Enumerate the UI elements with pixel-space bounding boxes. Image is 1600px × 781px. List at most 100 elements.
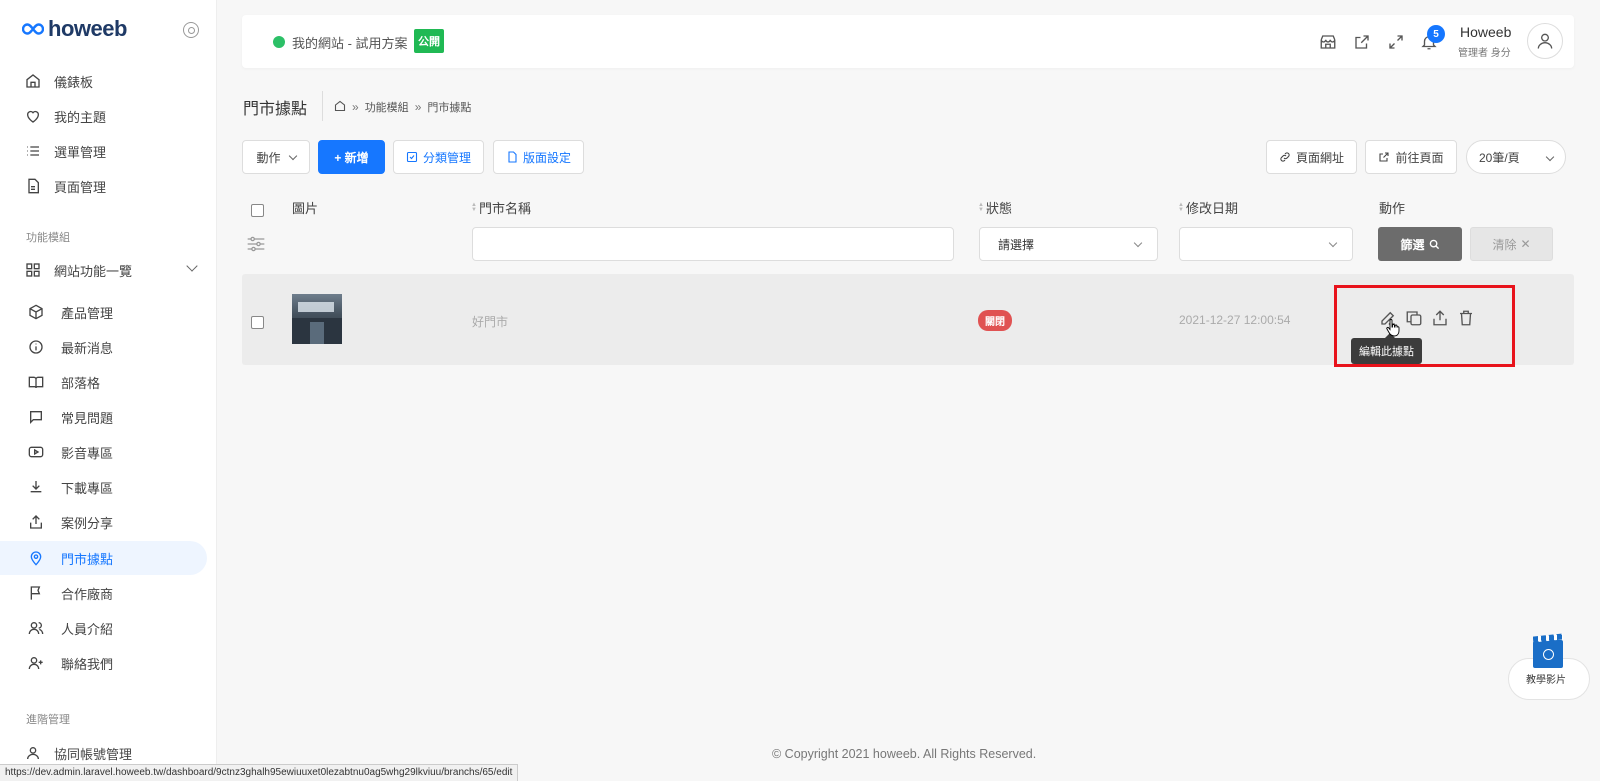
per-page-value: 20筆/頁	[1479, 150, 1520, 165]
sidebar-item-label: 常見問題	[61, 410, 114, 426]
file-icon	[24, 177, 42, 195]
tutorial-video-widget[interactable]: 教學影片	[1508, 640, 1590, 702]
site-name[interactable]: 我的網站 - 試用方案	[292, 33, 408, 52]
filter-settings-icon[interactable]	[246, 235, 266, 256]
map-pin-icon	[27, 549, 45, 567]
sidebar-item-pages[interactable]: 頁面管理	[0, 169, 207, 203]
file-icon	[508, 151, 517, 163]
breadcrumb-item: 門市據點	[427, 102, 472, 114]
heart-icon	[24, 107, 42, 125]
column-header-modified[interactable]: ▲ ▼ 修改日期	[1178, 198, 1238, 217]
sidebar-item-label: 儀錶板	[54, 74, 94, 90]
bulk-action-label: 動作	[256, 150, 281, 165]
download-icon	[27, 478, 45, 496]
share-icon	[27, 513, 45, 531]
sidebar-item-label: 產品管理	[61, 305, 114, 321]
sidebar-item-team[interactable]: 人員介紹	[0, 611, 207, 645]
column-header-image: 圖片	[292, 198, 318, 217]
sidebar-group-site-features[interactable]: 網站功能一覽	[0, 253, 207, 287]
sort-icon: ▲ ▼	[978, 201, 984, 213]
add-button[interactable]: + 新增	[318, 140, 385, 174]
bulk-action-dropdown[interactable]: 動作	[242, 140, 310, 174]
sidebar-item-contact[interactable]: 聯絡我們	[0, 646, 207, 680]
breadcrumb-separator: »	[414, 100, 422, 114]
sidebar-item-news[interactable]: 最新消息	[0, 330, 207, 364]
thumbnail-sign	[298, 302, 334, 312]
clear-filter-button[interactable]: 清除 ✕	[1470, 227, 1553, 261]
category-management-button[interactable]: 分類管理	[393, 140, 484, 174]
breadcrumb-item[interactable]: 功能模組	[365, 99, 409, 115]
column-header-name[interactable]: ▲ ▼ 門市名稱	[471, 198, 531, 217]
home-icon	[24, 72, 42, 90]
user-name: Howeeb	[1460, 24, 1512, 40]
brand-name: howeeb	[48, 16, 127, 41]
column-header-label: 狀態	[985, 201, 1012, 216]
sidebar-item-label: 合作廠商	[61, 586, 114, 602]
column-header-action: 動作	[1379, 198, 1405, 217]
video-icon	[27, 443, 45, 461]
brand-logo[interactable]: howeeb	[22, 16, 127, 42]
status-filter-value: 請選擇	[998, 237, 1035, 252]
sidebar-item-videos[interactable]: 影音專區	[0, 435, 207, 469]
sidebar-item-cases[interactable]: 案例分享	[0, 505, 207, 539]
row-checkbox[interactable]	[251, 316, 264, 329]
sidebar-item-blog[interactable]: 部落格	[0, 365, 207, 399]
external-link-icon[interactable]	[1352, 32, 1372, 52]
sidebar-item-faq[interactable]: 常見問題	[0, 400, 207, 434]
sidebar-item-label: 選單管理	[54, 144, 107, 160]
date-filter-select[interactable]	[1179, 227, 1353, 261]
goto-page-button[interactable]: 前往頁面	[1365, 140, 1457, 174]
select-all-checkbox[interactable]	[251, 204, 264, 217]
sidebar-item-menus[interactable]: 選單管理	[0, 134, 207, 168]
sidebar-item-label: 部落格	[61, 375, 101, 391]
check-square-icon	[406, 151, 418, 163]
site-status-dot	[273, 36, 285, 48]
public-badge: 公開	[414, 29, 444, 53]
top-header: 我的網站 - 試用方案 公開 5 Howeeb 管理者 身分	[242, 15, 1574, 68]
sidebar-item-label: 協同帳號管理	[54, 746, 133, 762]
per-page-select[interactable]: 20筆/頁	[1466, 140, 1566, 174]
infinity-logo-icon	[22, 23, 44, 35]
page-url-button[interactable]: 頁面網址	[1266, 140, 1357, 174]
layout-settings-button[interactable]: 版面設定	[493, 140, 584, 174]
section-label-advanced: 進階管理	[26, 714, 70, 726]
filter-button-label: 篩選	[1400, 237, 1425, 252]
row-store-name: 好門市	[472, 315, 509, 329]
sidebar-item-downloads[interactable]: 下載專區	[0, 470, 207, 504]
fullscreen-icon[interactable]	[1386, 32, 1406, 52]
info-icon	[27, 338, 45, 356]
notification-count-badge: 5	[1427, 25, 1445, 43]
footer-copyright: © Copyright 2021 howeeb. All Rights Rese…	[772, 747, 1037, 761]
chevron-down-icon	[1328, 238, 1338, 248]
chevron-down-icon	[186, 260, 198, 272]
store-icon[interactable]	[1318, 32, 1338, 52]
sidebar-item-branches[interactable]: 門市據點	[0, 541, 207, 575]
sort-icon: ▲ ▼	[471, 201, 477, 213]
chevron-down-icon	[1133, 238, 1143, 248]
sidebar-item-dashboard[interactable]: 儀錶板	[0, 64, 207, 98]
avatar[interactable]	[1527, 23, 1563, 59]
sidebar: howeeb 儀錶板 我的主題 選單管理 頁面管理 功能模組 網站功能一覽 產品…	[0, 0, 217, 781]
category-management-label: 分類管理	[422, 150, 471, 165]
store-thumbnail-image	[292, 294, 342, 344]
sidebar-item-themes[interactable]: 我的主題	[0, 99, 207, 133]
sidebar-item-partners[interactable]: 合作廠商	[0, 576, 207, 610]
layout-settings-label: 版面設定	[522, 150, 571, 165]
section-label-modules: 功能模組	[26, 232, 70, 244]
tutorial-label: 教學影片	[1526, 675, 1566, 686]
column-header-status[interactable]: ▲ ▼ 狀態	[978, 198, 1012, 217]
sidebar-collapse-icon[interactable]	[183, 22, 199, 38]
sidebar-item-label: 案例分享	[61, 515, 114, 531]
clapperboard-icon	[1533, 640, 1563, 668]
title-divider	[322, 91, 323, 121]
status-badge: 關閉	[978, 310, 1012, 331]
home-icon[interactable]	[334, 100, 346, 115]
users-icon	[27, 619, 45, 637]
sidebar-item-products[interactable]: 產品管理	[0, 295, 207, 329]
column-header-label: 門市名稱	[478, 201, 531, 216]
filter-button[interactable]: 篩選	[1378, 227, 1462, 261]
sidebar-item-label: 下載專區	[61, 480, 114, 496]
hand-cursor-icon	[1386, 319, 1400, 337]
name-filter-input[interactable]	[472, 227, 954, 261]
status-filter-select[interactable]: 請選擇	[979, 227, 1158, 261]
